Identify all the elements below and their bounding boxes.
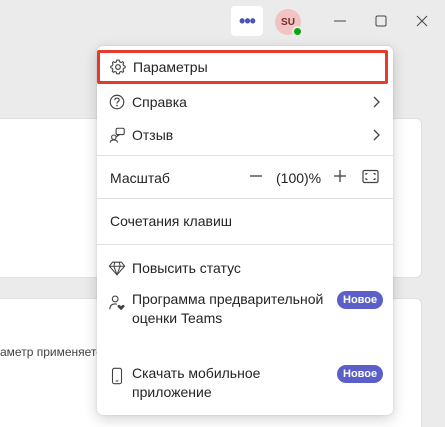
background-description-text: аметр применяется	[0, 345, 100, 359]
avatar-initials: SU	[281, 16, 295, 28]
chevron-right-icon	[373, 129, 380, 141]
more-horizontal-icon: •••	[239, 10, 256, 31]
menu-item-feedback[interactable]: Отзыв	[97, 119, 393, 151]
diamond-icon	[108, 261, 126, 277]
zoom-label: Масштаб	[110, 170, 170, 186]
more-options-button[interactable]: •••	[231, 6, 263, 36]
menu-item-upgrade[interactable]: Повысить статус	[97, 251, 393, 285]
chevron-right-icon	[373, 96, 380, 108]
menu-item-keyboard-shortcuts[interactable]: Сочетания клавиш	[97, 204, 393, 238]
menu-divider	[97, 155, 393, 156]
minimize-icon[interactable]	[331, 12, 349, 30]
help-label: Справка	[132, 94, 187, 110]
keyboard-shortcuts-label: Сочетания клавиш	[110, 213, 232, 229]
settings-and-more-menu: Параметры Справка Отзыв Масштаб (100)% С…	[97, 46, 393, 415]
new-badge: Новое	[337, 365, 384, 383]
menu-divider	[97, 244, 393, 245]
zoom-in-icon[interactable]	[333, 169, 347, 183]
gear-icon	[110, 59, 126, 75]
question-circle-icon	[109, 94, 125, 110]
mobile-phone-icon	[111, 367, 123, 385]
feedback-icon	[109, 127, 125, 143]
maximize-icon[interactable]	[372, 12, 390, 30]
new-badge: Новое	[337, 291, 384, 309]
upgrade-label: Повысить статус	[132, 260, 241, 276]
person-heart-icon	[109, 295, 125, 311]
zoom-out-icon[interactable]	[249, 169, 263, 183]
download-mobile-label: Скачать мобильное приложение	[132, 365, 261, 400]
menu-item-preview-program[interactable]: Программа предварительной оценки Teams Н…	[97, 288, 393, 354]
feedback-label: Отзыв	[132, 127, 174, 143]
menu-divider	[97, 198, 393, 199]
menu-item-settings[interactable]: Параметры	[97, 50, 388, 84]
presence-status-icon	[292, 26, 303, 37]
close-icon[interactable]	[413, 12, 431, 30]
full-screen-icon[interactable]	[362, 168, 379, 185]
title-bar: ••• SU	[0, 0, 445, 44]
zoom-value: (100)%	[276, 170, 322, 186]
menu-item-zoom: Масштаб (100)%	[97, 161, 393, 195]
settings-label: Параметры	[133, 59, 208, 75]
menu-item-help[interactable]: Справка	[97, 86, 393, 118]
menu-item-download-mobile[interactable]: Скачать мобильное приложение Новое	[97, 364, 393, 408]
preview-program-label: Программа предварительной оценки Teams	[132, 291, 324, 326]
